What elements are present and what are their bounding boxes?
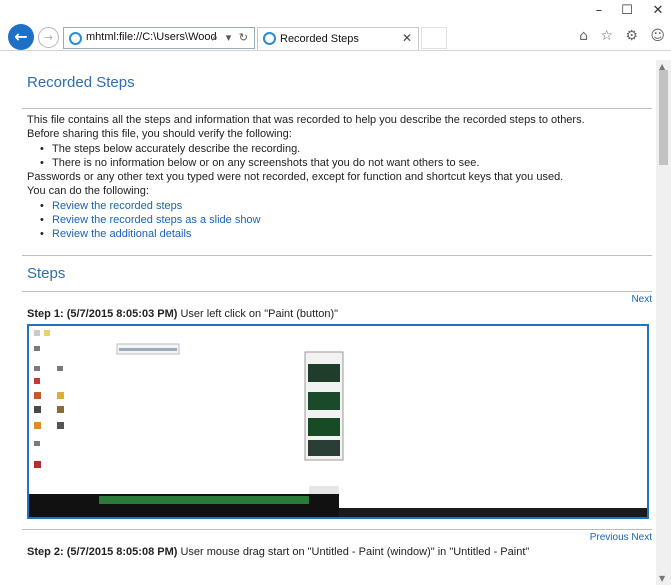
passwords-note: Passwords or any other text you typed we…	[27, 171, 564, 184]
toolbar-icons[interactable]: ⌂ ☆ ⚙ ☺	[579, 28, 669, 44]
review-steps-link[interactable]: Review the recorded steps	[52, 200, 182, 212]
verify-list: The steps below accurately describe the …	[38, 142, 652, 171]
close-window-button[interactable]: ✕	[645, 2, 671, 20]
additional-details-link[interactable]: Review the additional details	[52, 228, 191, 240]
step2-title: Step 2: (5/7/2015 8:05:08 PM) User mouse…	[27, 546, 652, 562]
maximize-button[interactable]: ☐	[614, 2, 640, 20]
title-bar: – ☐ ✕	[0, 0, 671, 22]
can-do-text: You can do the following:	[27, 185, 149, 198]
back-button[interactable]: ←	[8, 24, 34, 50]
step1-description: User left click on "Paint (button)"	[180, 307, 339, 320]
list-item: There is no information below or on any …	[38, 156, 652, 171]
page-title: Recorded Steps	[27, 74, 135, 91]
step2-description: User mouse drag start on "Untitled - Pai…	[180, 545, 530, 558]
address-bar[interactable]: mhtml:file://C:\Users\Wood ⌕ ▾ ↻	[63, 27, 255, 49]
forward-button[interactable]: →	[38, 27, 59, 48]
chrome-divider	[0, 50, 671, 51]
page-content: Recorded Steps This file contains all th…	[22, 60, 652, 585]
verify-intro-text: Before sharing this file, you should ver…	[27, 128, 292, 141]
divider	[22, 108, 652, 109]
address-bar-icons[interactable]: ⌕ ▾ ↻	[212, 31, 250, 45]
ie-icon	[69, 32, 82, 45]
tab-title: Recorded Steps	[280, 33, 359, 45]
step1-title: Step 1: (5/7/2015 8:05:03 PM) User left …	[27, 308, 652, 324]
vertical-scrollbar[interactable]: ▲ ▼	[656, 60, 671, 585]
list-item: Review the additional details	[38, 227, 652, 242]
list-item: Review the recorded steps as a slide sho…	[38, 213, 652, 228]
scroll-down-icon[interactable]: ▼	[659, 574, 665, 583]
new-tab-button[interactable]	[421, 27, 447, 49]
minimize-button[interactable]: –	[586, 2, 612, 20]
list-item: Review the recorded steps	[38, 199, 652, 214]
tab-close-icon[interactable]: ✕	[402, 31, 412, 45]
step1-nav: Next	[22, 294, 652, 306]
address-text[interactable]: mhtml:file://C:\Users\Wood	[86, 31, 217, 43]
slide-show-link[interactable]: Review the recorded steps as a slide sho…	[52, 214, 261, 226]
divider	[22, 528, 652, 530]
divider	[22, 290, 652, 292]
divider	[22, 254, 652, 256]
steps-heading: Steps	[27, 264, 66, 282]
step1-label: Step 1: (5/7/2015 8:05:03 PM)	[27, 307, 178, 320]
action-links: Review the recorded steps Review the rec…	[38, 199, 652, 242]
previous-next-link[interactable]: Previous Next	[590, 532, 652, 543]
next-link[interactable]: Next	[631, 294, 652, 305]
tab-favicon-icon	[263, 32, 276, 45]
step1-screenshot[interactable]	[27, 323, 649, 519]
screenshot-image	[29, 325, 647, 517]
step2-nav: Previous Next	[22, 532, 652, 544]
list-item: The steps below accurately describe the …	[38, 142, 652, 157]
intro-text: This file contains all the steps and inf…	[27, 114, 585, 126]
step2-label: Step 2: (5/7/2015 8:05:08 PM)	[27, 545, 178, 558]
scroll-thumb[interactable]	[659, 70, 668, 165]
forward-arrow-icon: →	[43, 31, 54, 44]
tab-recorded-steps[interactable]: Recorded Steps ✕	[257, 27, 419, 50]
back-arrow-icon: ←	[14, 27, 28, 46]
